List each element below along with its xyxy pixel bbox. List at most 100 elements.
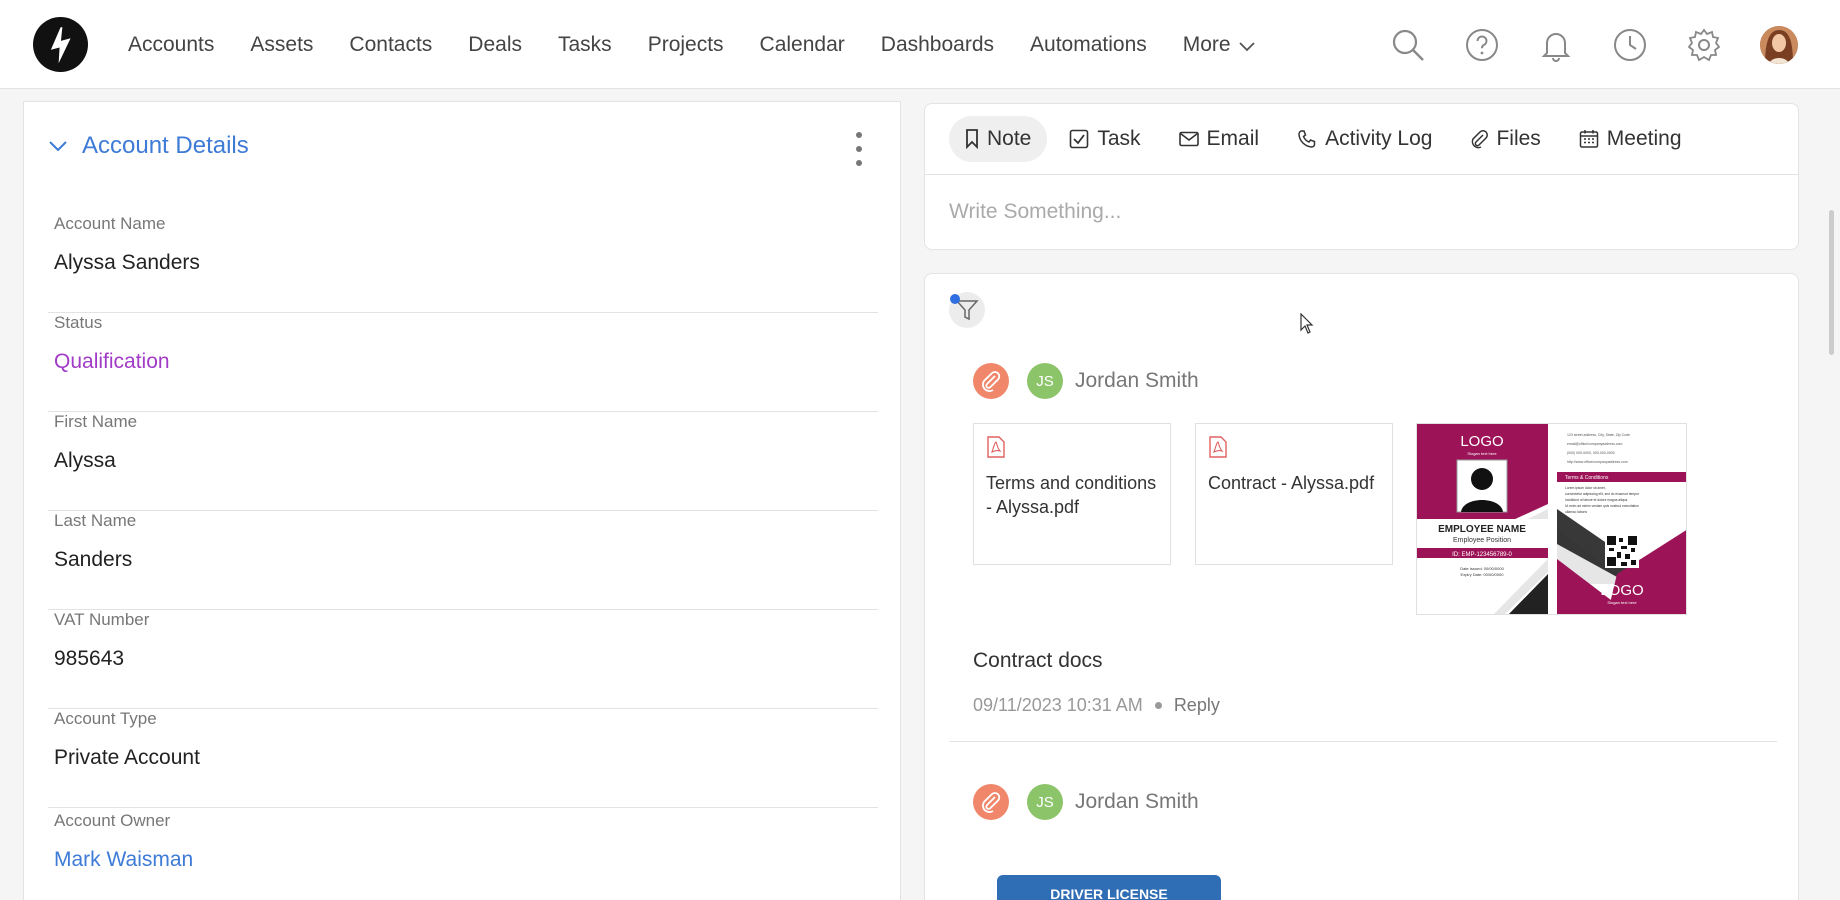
field-first-name[interactable]: First Name Alyssa [48,412,878,511]
field-value: Sanders [54,548,133,571]
field-status[interactable]: Status Qualification [48,313,878,412]
nav-more-label: More [1182,32,1231,56]
author-initials-avatar: JS [1027,363,1063,399]
author-name[interactable]: Jordan Smith [1075,369,1199,393]
nav-deals[interactable]: Deals [468,33,522,57]
help-icon [1466,28,1498,61]
tab-email[interactable]: Email [1163,116,1276,162]
activity-divider [949,741,1777,742]
id-front-position: Employee Position [1453,537,1511,544]
file-attachment[interactable]: Contract - Alyssa.pdf [1195,423,1393,565]
field-label: First Name [54,412,138,431]
id-back-terms-title: Terms & Conditions [1565,475,1609,481]
filter-active-indicator [950,294,960,304]
file-name: Terms and conditions - Alyssa.pdf [986,473,1157,517]
user-avatar[interactable] [1760,25,1798,64]
file-name: Contract - Alyssa.pdf [1208,473,1375,493]
paperclip-icon [982,792,1001,813]
settings-button[interactable] [1686,27,1722,63]
id-back-contact: (000) 000-0000, 000-000-0000 [1567,451,1615,455]
tab-label: Meeting [1606,127,1682,150]
nav-calendar[interactable]: Calendar [760,33,845,57]
pdf-file-icon [1209,436,1227,458]
envelope-icon [1178,131,1199,147]
tab-label: Files [1496,127,1541,150]
chevron-down-icon [49,141,67,152]
field-last-name[interactable]: Last Name Sanders [48,511,878,610]
notifications-button[interactable] [1538,27,1574,63]
field-account-owner[interactable]: Account Owner Mark Waisman [48,811,878,900]
account-owner-link[interactable]: Mark Waisman [54,848,193,872]
nav-dashboards[interactable]: Dashboards [881,33,994,57]
help-button[interactable] [1464,27,1500,63]
user-photo-icon [1760,25,1798,64]
image-attachment-driver-license[interactable]: DRIVER LICENSE [997,875,1221,900]
tab-activity-log[interactable]: Activity Log [1281,116,1448,162]
author-initials-avatar: JS [1027,784,1063,820]
tab-task[interactable]: Task [1053,116,1156,162]
field-label: Account Owner [54,811,171,830]
tab-files[interactable]: Files [1454,116,1556,162]
status-value: Qualification [54,350,170,373]
field-value: 985643 [54,647,125,670]
more-options-button[interactable] [854,132,864,166]
activity-header: JS Jordan Smith [973,784,1199,820]
phone-icon [1298,130,1316,148]
tab-note[interactable]: Note [949,116,1048,162]
attachment-badge [973,784,1009,820]
pdf-file-icon [987,436,1005,458]
search-button[interactable] [1390,27,1426,63]
id-back-terms-line: ullamco laboris [1565,510,1587,514]
reply-link[interactable]: Reply [1174,695,1220,716]
field-label: Account Name [54,214,166,233]
field-value: Alyssa Sanders [54,251,200,274]
nav-projects[interactable]: Projects [648,33,724,57]
nav-accounts[interactable]: Accounts [128,33,214,57]
id-back-tagline: Slogan text here [1607,600,1637,605]
separator-dot [1154,702,1162,709]
bell-icon [1541,32,1571,62]
history-button[interactable] [1612,27,1648,63]
clock-icon [1614,28,1646,61]
timestamp: 09/11/2023 10:31 AM [973,695,1143,715]
paperclip-icon [982,371,1001,392]
id-card-image: LOGO Slogan text here EMPLOYEE NAME Empl… [1417,424,1686,614]
account-details-toggle[interactable]: Account Details [48,132,249,160]
id-back-terms-line: Lorem ipsum dolor sit amet, [1565,486,1606,490]
activity-header: JS Jordan Smith [973,363,1199,399]
nav-more[interactable]: More [1183,33,1255,57]
app-logo[interactable] [33,17,88,72]
field-account-type[interactable]: Account Type Private Account [48,709,878,808]
top-navigation-bar: Accounts Assets Contacts Deals Tasks Pro… [0,0,1840,89]
main-nav: Accounts Assets Contacts Deals Tasks Pro… [128,0,1291,89]
field-label: Account Type [54,709,157,728]
checkbox-icon [1070,129,1089,149]
gear-icon [1687,28,1721,61]
nav-automations[interactable]: Automations [1030,33,1147,57]
nav-assets[interactable]: Assets [250,33,313,57]
note-input[interactable] [949,200,1749,224]
id-back-logo: LOGO [1600,582,1643,599]
search-icon [1392,29,1424,61]
field-vat-number[interactable]: VAT Number 985643 [48,610,878,709]
author-name[interactable]: Jordan Smith [1075,790,1199,814]
id-back-contact: http://www.office/companyaddress.com [1567,460,1628,464]
tab-label: Note [987,127,1032,150]
composer-divider [925,174,1798,175]
nav-tasks[interactable]: Tasks [558,33,612,57]
id-front-id: ID: EMP-123456789-0 [1452,552,1512,558]
nav-contacts[interactable]: Contacts [349,33,432,57]
page-scrollbar[interactable] [1829,210,1834,355]
note-text: Contract docs [973,649,1103,672]
file-attachment[interactable]: Terms and conditions - Alyssa.pdf [973,423,1171,565]
field-account-name[interactable]: Account Name Alyssa Sanders [48,214,878,313]
chevron-down-icon [1238,41,1255,51]
id-back-contact: email@office/companyaddress.com [1567,442,1623,446]
image-attachment-id-card[interactable]: LOGO Slogan text here EMPLOYEE NAME Empl… [1416,423,1687,615]
field-label: VAT Number [54,610,150,629]
account-details-title: Account Details [82,132,249,159]
composer-tabs: Note Task Email Activity Log Files Meeti… [949,116,1704,162]
bookmark-icon [966,129,978,149]
tab-meeting[interactable]: Meeting [1563,116,1698,162]
mouse-cursor-icon [1300,313,1314,334]
